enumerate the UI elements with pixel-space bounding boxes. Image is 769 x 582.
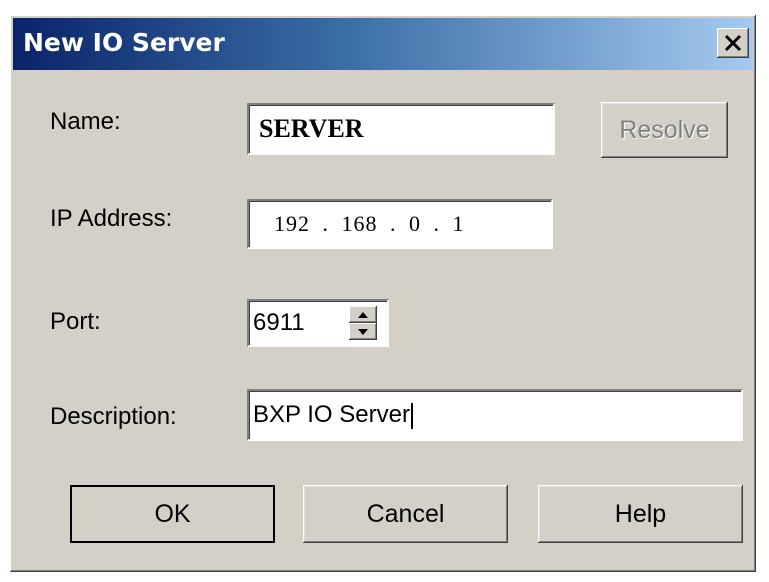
name-field[interactable]: SERVER	[247, 103, 555, 155]
ip-octet-2: 168	[341, 211, 378, 236]
new-io-server-dialog: New IO Server Name: SERVER Resolve IP Ad…	[10, 15, 756, 572]
close-icon	[724, 34, 742, 52]
port-value: 6911	[253, 309, 305, 336]
title-bar: New IO Server	[13, 18, 753, 70]
ip-octet-3: 0	[409, 211, 421, 236]
close-button[interactable]	[717, 28, 749, 58]
ip-address-label: IP Address:	[50, 205, 173, 232]
description-field[interactable]: BXP IO Server	[247, 389, 743, 441]
spin-down-icon	[358, 328, 368, 335]
ip-separator: .	[322, 211, 329, 236]
spin-up-icon	[358, 311, 368, 318]
ip-separator: .	[390, 211, 397, 236]
resolve-button[interactable]: Resolve	[601, 102, 728, 158]
ok-button[interactable]: OK	[70, 485, 275, 543]
text-cursor	[410, 402, 413, 429]
ip-octet-1: 192	[274, 211, 310, 236]
port-spin-down[interactable]	[349, 323, 377, 340]
dialog-title: New IO Server	[23, 28, 225, 57]
name-label: Name:	[50, 108, 121, 135]
port-spin-up[interactable]	[349, 306, 377, 323]
ip-octet-4: 1	[452, 211, 465, 236]
port-label: Port:	[50, 308, 101, 335]
description-value-wrap: BXP IO Server	[253, 401, 413, 429]
cancel-button[interactable]: Cancel	[303, 485, 508, 543]
description-value: BXP IO Server	[253, 401, 410, 428]
name-value: SERVER	[259, 114, 364, 143]
help-button[interactable]: Help	[538, 485, 743, 543]
ip-address-value: 192 . 168 . 0 . 1	[274, 211, 465, 237]
ip-address-field[interactable]: 192 . 168 . 0 . 1	[247, 199, 553, 249]
ip-separator: .	[433, 211, 440, 236]
description-label: Description:	[50, 403, 177, 430]
port-field[interactable]: 6911	[247, 299, 389, 347]
